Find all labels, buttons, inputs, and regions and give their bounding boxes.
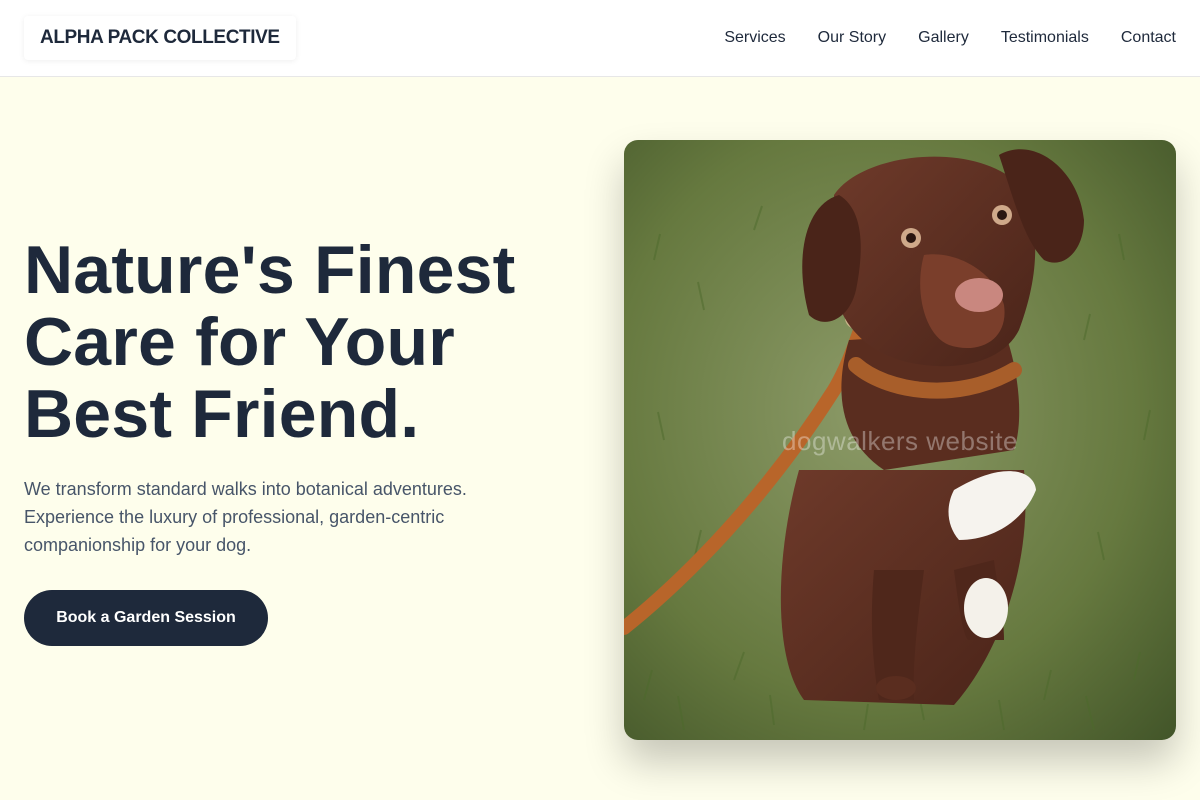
nav-link-our-story[interactable]: Our Story: [818, 29, 886, 47]
hero-subtitle-line: We transform standard walks into botanic…: [24, 479, 467, 499]
site-header: ALPHA PACK COLLECTIVE Services Our Story…: [0, 0, 1200, 77]
hero-title-line: Care for Your: [24, 304, 455, 380]
hero-title-line: Best Friend.: [24, 376, 420, 452]
main-nav: Services Our Story Gallery Testimonials …: [724, 0, 1176, 76]
hero-subtitle-line: companionship for your dog.: [24, 535, 252, 555]
nav-link-gallery[interactable]: Gallery: [918, 29, 969, 47]
hero-subtitle: We transform standard walks into botanic…: [24, 475, 494, 559]
image-watermark: dogwalkers website: [782, 426, 1018, 456]
hero-subtitle-line: Experience the luxury of professional, g…: [24, 507, 445, 527]
nav-link-contact[interactable]: Contact: [1121, 29, 1176, 47]
hero-dog-photo: dogwalkers website: [624, 140, 1176, 740]
logo[interactable]: ALPHA PACK COLLECTIVE: [24, 16, 296, 60]
book-garden-session-button[interactable]: Book a Garden Session: [24, 590, 268, 646]
hero-title-line: Nature's Finest: [24, 232, 516, 308]
hero-title: Nature's Finest Care for Your Best Frien…: [24, 234, 584, 450]
nav-link-testimonials[interactable]: Testimonials: [1001, 29, 1089, 47]
nav-link-services[interactable]: Services: [724, 29, 785, 47]
